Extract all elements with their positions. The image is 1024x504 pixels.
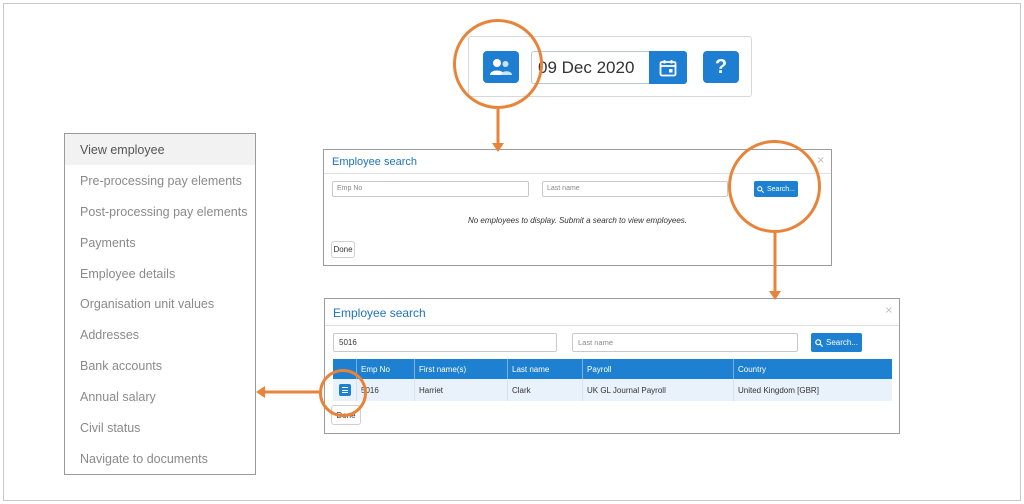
arrow-head-menu <box>256 386 265 398</box>
arrow-head-dialog1 <box>492 143 504 152</box>
arrow-head-dialog2 <box>769 291 781 300</box>
annotation-arrows <box>256 109 781 398</box>
